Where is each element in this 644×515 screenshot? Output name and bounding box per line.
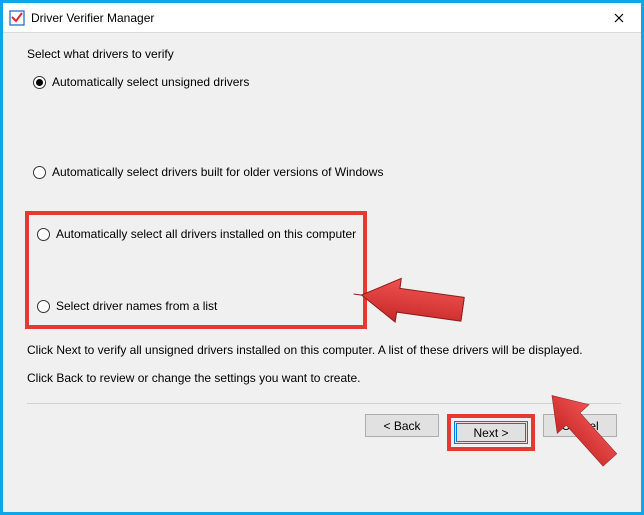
window-title: Driver Verifier Manager (31, 11, 154, 25)
radio-select-from-list[interactable]: Select driver names from a list (37, 297, 357, 315)
radio-indicator-icon (37, 300, 50, 313)
radio-unsigned-drivers[interactable]: Automatically select unsigned drivers (33, 73, 621, 91)
radio-label: Automatically select drivers built for o… (52, 165, 383, 179)
client-area: Select what drivers to verify Automatica… (3, 33, 641, 512)
radio-older-windows-drivers[interactable]: Automatically select drivers built for o… (33, 163, 621, 181)
close-icon (614, 13, 624, 23)
close-button[interactable] (596, 3, 641, 33)
app-icon (9, 10, 25, 26)
radio-indicator-icon (33, 76, 46, 89)
radio-label: Automatically select unsigned drivers (52, 75, 249, 89)
next-button[interactable]: Next > (454, 421, 528, 444)
info-text-2: Click Back to review or change the setti… (27, 371, 621, 385)
titlebar: Driver Verifier Manager (3, 3, 641, 33)
info-text-1: Click Next to verify all unsigned driver… (27, 343, 621, 357)
annotation-next-highlight: Next > (447, 414, 535, 451)
radio-indicator-icon (33, 166, 46, 179)
group-label: Select what drivers to verify (27, 47, 621, 61)
window-frame: Driver Verifier Manager Select what driv… (0, 0, 644, 515)
radio-indicator-icon (37, 228, 50, 241)
radio-label: Automatically select all drivers install… (56, 227, 356, 241)
separator (27, 403, 621, 404)
cancel-button[interactable]: Cancel (543, 414, 617, 437)
annotation-arrow-icon (353, 273, 483, 333)
back-button[interactable]: < Back (365, 414, 439, 437)
radio-all-installed-drivers[interactable]: Automatically select all drivers install… (37, 225, 357, 243)
annotation-highlight-box: Automatically select all drivers install… (25, 211, 367, 329)
button-row: < Back Next > Cancel (27, 414, 621, 451)
radio-label: Select driver names from a list (56, 299, 217, 313)
